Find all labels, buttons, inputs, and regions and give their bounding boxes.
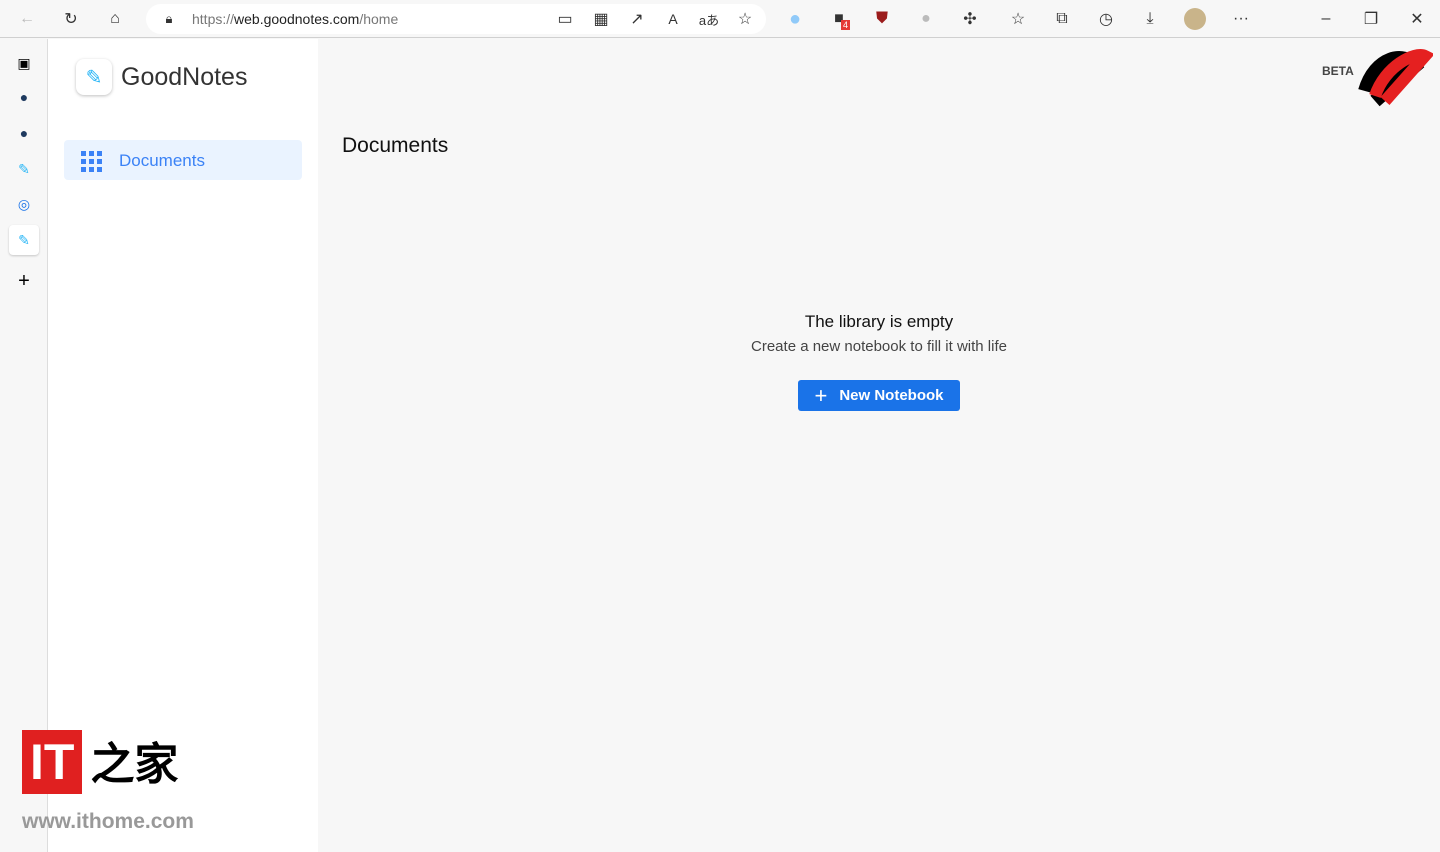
refresh-icon[interactable]: ↻ (60, 8, 82, 30)
restore-icon[interactable]: ❐ (1360, 8, 1382, 30)
add-favorite-icon[interactable]: ☆ (734, 8, 756, 30)
page-title: Documents (342, 134, 449, 157)
address-bar[interactable]: 🔒︎ https://web.goodnotes.com/home ▭ ▦ ↗ … (146, 4, 766, 34)
goodnotes-logo-icon: ✎ (76, 59, 112, 95)
goodnotes-tab-icon[interactable]: ✎ (13, 158, 35, 180)
extensions-icon[interactable]: ✣ (959, 8, 981, 30)
extension-s-icon[interactable]: ● (915, 8, 937, 30)
favorites-icon[interactable]: ☆ (1007, 8, 1029, 30)
qr-icon[interactable]: ▦ (590, 8, 612, 30)
browser-toolbar: ← ↻ ⌂ 🔒︎ https://web.goodnotes.com/home … (0, 0, 1440, 38)
sidebar-item-label: Documents (119, 151, 205, 170)
grid-icon (81, 151, 102, 172)
extension-badge-icon[interactable]: ■ 4 (828, 8, 850, 30)
url-host: web.goodnotes.com (234, 11, 360, 27)
watermark-url: www.ithome.com (22, 810, 194, 833)
profile-avatar[interactable] (1184, 8, 1206, 30)
watermark: IT 之家 www.ithome.com (22, 728, 194, 833)
active-goodnotes-tab-icon[interactable]: ✎ (9, 225, 39, 255)
scribble-redaction (1358, 49, 1433, 107)
history-icon[interactable]: ◷ (1095, 8, 1117, 30)
share-icon[interactable]: ↗ (626, 8, 648, 30)
beta-badge: BETA (1322, 64, 1354, 78)
tab-actions-icon[interactable]: ▣ (13, 52, 35, 74)
app-name: GoodNotes (121, 63, 248, 91)
tab-icon[interactable]: ◎ (13, 193, 35, 215)
tab-icon[interactable]: ● (13, 122, 35, 144)
tab-icon[interactable]: ● (13, 86, 35, 108)
more-icon[interactable]: ··· (1230, 8, 1252, 30)
new-notebook-button[interactable]: + New Notebook (798, 380, 960, 411)
extension-circle-icon[interactable]: ● (784, 8, 806, 30)
new-tab-icon[interactable]: + (13, 270, 35, 292)
new-notebook-label: New Notebook (839, 387, 944, 404)
empty-subtitle: Create a new notebook to fill it with li… (751, 338, 1007, 355)
sidebar-item-documents[interactable]: Documents (64, 140, 302, 180)
url-prefix: https:// (192, 11, 235, 27)
home-icon[interactable]: ⌂ (104, 8, 126, 30)
translate-icon[interactable]: aあ (698, 8, 720, 30)
extension-badge-count: 4 (840, 20, 850, 30)
read-aloud-icon[interactable]: A (662, 8, 684, 30)
close-icon[interactable]: ✕ (1406, 8, 1428, 30)
minimize-icon[interactable]: – (1315, 8, 1337, 30)
empty-title: The library is empty (804, 312, 954, 331)
url-path: /home (359, 11, 399, 27)
back-icon[interactable]: ← (16, 8, 38, 30)
app-available-icon[interactable]: ▭ (554, 8, 576, 30)
ublock-icon[interactable]: ⛊ (871, 8, 893, 30)
lock-icon: 🔒︎ (165, 11, 173, 26)
plus-icon: + (814, 382, 828, 408)
watermark-logo: IT (22, 730, 83, 794)
collections-icon[interactable]: ⧉ (1051, 8, 1073, 30)
download-icon[interactable]: ⤓ (1139, 8, 1161, 30)
